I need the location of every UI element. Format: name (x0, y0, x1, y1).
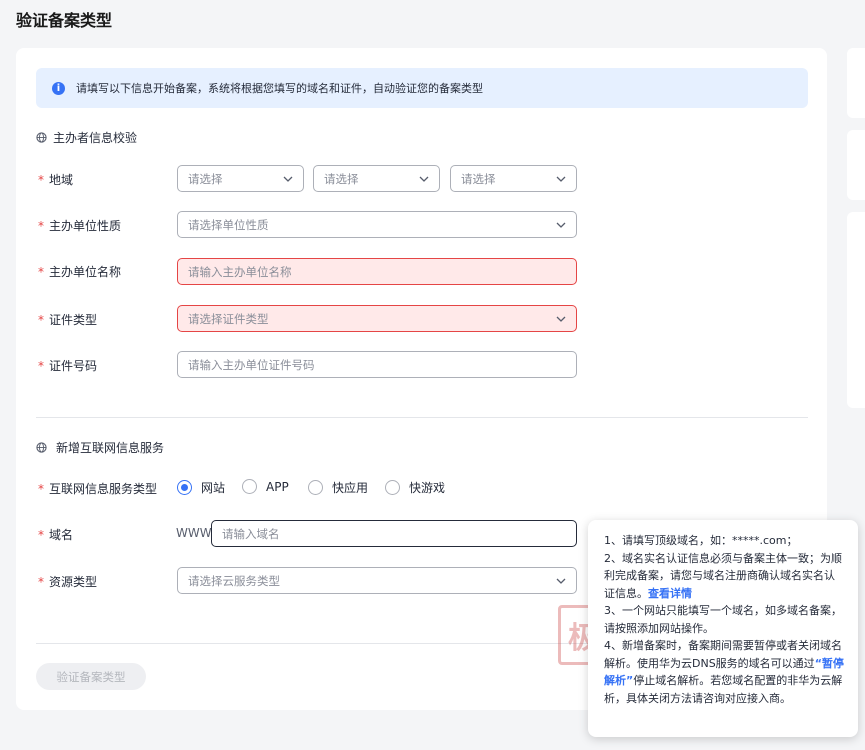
section-sponsor-label: 主办者信息校验 (53, 131, 138, 145)
radio-app-label: APP (266, 479, 289, 494)
cert-type-label-text: 证件类型 (49, 313, 98, 327)
domain-label-text: 域名 (49, 528, 74, 542)
radio-website-label: 网站 (201, 481, 226, 495)
tip-line-2: 2、域名实名认证信息必须与备案主体一致；为顺利完成备案，请您与域名注册商确认域名… (604, 550, 844, 603)
tip-line-2-text: 2、域名实名认证信息必须与备案主体一致；为顺利完成备案，请您与域名注册商确认域名… (604, 551, 842, 600)
resource-type-label-text: 资源类型 (49, 575, 98, 589)
domain-input[interactable]: 请输入域名 (211, 520, 577, 547)
service-type-label: * 互联网信息服务类型 (38, 480, 157, 497)
view-details-link[interactable]: 查看详情 (648, 587, 692, 600)
unit-name-label: * 主办单位名称 (38, 263, 121, 280)
globe-icon (36, 132, 47, 143)
cert-type-select[interactable]: 请选择证件类型 (177, 305, 577, 332)
radio-dot (308, 480, 323, 495)
radio-quick-game[interactable]: 快游戏 (385, 479, 445, 496)
unit-nature-placeholder: 请选择单位性质 (188, 217, 269, 232)
verify-button[interactable]: 验证备案类型 (36, 663, 146, 690)
domain-tooltip: 1、请填写顶级域名，如：*****.com； 2、域名实名认证信息必须与备案主体… (588, 520, 858, 737)
required-mark: * (38, 219, 44, 233)
radio-dot-checked (177, 480, 192, 495)
service-type-label-text: 互联网信息服务类型 (49, 482, 158, 496)
unit-nature-select[interactable]: 请选择单位性质 (177, 211, 577, 238)
unit-name-placeholder: 请输入主办单位名称 (188, 264, 292, 279)
region-label-text: 地域 (49, 173, 74, 187)
domain-placeholder: 请输入域名 (222, 526, 280, 541)
unit-name-input[interactable]: 请输入主办单位名称 (177, 258, 577, 285)
unit-nature-label: * 主办单位性质 (38, 217, 121, 234)
region-district-select[interactable]: 请选择 (450, 165, 577, 192)
region-label: * 地域 (38, 171, 73, 188)
cert-type-placeholder: 请选择证件类型 (188, 311, 269, 326)
resource-type-placeholder: 请选择云服务类型 (188, 573, 280, 588)
section-service-label: 新增互联网信息服务 (56, 441, 165, 455)
cert-no-input[interactable]: 请输入主办单位证件号码 (177, 351, 577, 378)
radio-dot (242, 479, 257, 494)
radio-app[interactable]: APP (242, 479, 289, 494)
domain-label: * 域名 (38, 526, 73, 543)
section-divider (36, 417, 808, 418)
tip-line-1: 1、请填写顶级域名，如：*****.com； (604, 534, 798, 547)
section-sponsor-title: 主办者信息校验 (36, 129, 137, 146)
cert-no-label: * 证件号码 (38, 357, 97, 374)
chevron-down-icon (419, 176, 429, 182)
tip-line-4: 4、新增备案时，备案期间需要暂停或者关闭域名解析。使用华为云DNS服务的域名可以… (604, 637, 844, 707)
info-icon: i (52, 81, 65, 95)
chevron-down-icon (556, 316, 566, 322)
resource-type-label: * 资源类型 (38, 573, 97, 590)
cert-no-label-text: 证件号码 (49, 359, 98, 373)
chevron-down-icon (556, 578, 566, 584)
required-mark: * (38, 173, 44, 187)
tip-line-4-text-a: 4、新增备案时，备案期间需要暂停或者关闭域名解析。使用华为云DNS服务的域名可以… (604, 639, 842, 670)
side-panel-bottom (847, 212, 865, 408)
notice-text: 请填写以下信息开始备案，系统将根据您填写的域名和证件，自动验证您的备案类型 (76, 82, 483, 95)
unit-nature-label-text: 主办单位性质 (49, 219, 122, 233)
resource-type-select[interactable]: 请选择云服务类型 (177, 567, 577, 594)
info-notice: i 请填写以下信息开始备案，系统将根据您填写的域名和证件，自动验证您的备案类型 (36, 68, 808, 108)
domain-prefix: WWW (176, 526, 212, 540)
radio-quick-app[interactable]: 快应用 (308, 479, 368, 496)
region-district-placeholder: 请选择 (461, 171, 496, 186)
chevron-down-icon (556, 176, 566, 182)
region-city-placeholder: 请选择 (324, 171, 359, 186)
cert-type-label: * 证件类型 (38, 311, 97, 328)
required-mark: * (38, 482, 44, 496)
side-panel-middle (847, 130, 865, 200)
required-mark: * (38, 265, 44, 279)
tip-line-3: 3、一个网站只能填写一个域名，如多域名备案，请按照添加网站操作。 (604, 604, 842, 635)
radio-website[interactable]: 网站 (177, 479, 225, 496)
unit-name-label-text: 主办单位名称 (49, 265, 122, 279)
chevron-down-icon (283, 176, 293, 182)
side-panel-top (847, 48, 865, 118)
cert-no-placeholder: 请输入主办单位证件号码 (188, 357, 315, 372)
required-mark: * (38, 359, 44, 373)
page-title: 验证备案类型 (16, 11, 113, 30)
region-province-select[interactable]: 请选择 (177, 165, 304, 192)
region-province-placeholder: 请选择 (188, 171, 223, 186)
required-mark: * (38, 313, 44, 327)
globe-icon (36, 442, 47, 453)
section-service-title: 新增互联网信息服务 (36, 439, 164, 456)
radio-quick-game-label: 快游戏 (409, 481, 446, 495)
chevron-down-icon (556, 222, 566, 228)
required-mark: * (38, 575, 44, 589)
radio-dot (385, 480, 400, 495)
region-city-select[interactable]: 请选择 (313, 165, 440, 192)
required-mark: * (38, 528, 44, 542)
tip-line-4-text-b: 停止域名解析。若您域名配置的非华为云解析，具体关闭方法请咨询对应接入商。 (604, 674, 843, 705)
radio-quick-app-label: 快应用 (332, 481, 369, 495)
